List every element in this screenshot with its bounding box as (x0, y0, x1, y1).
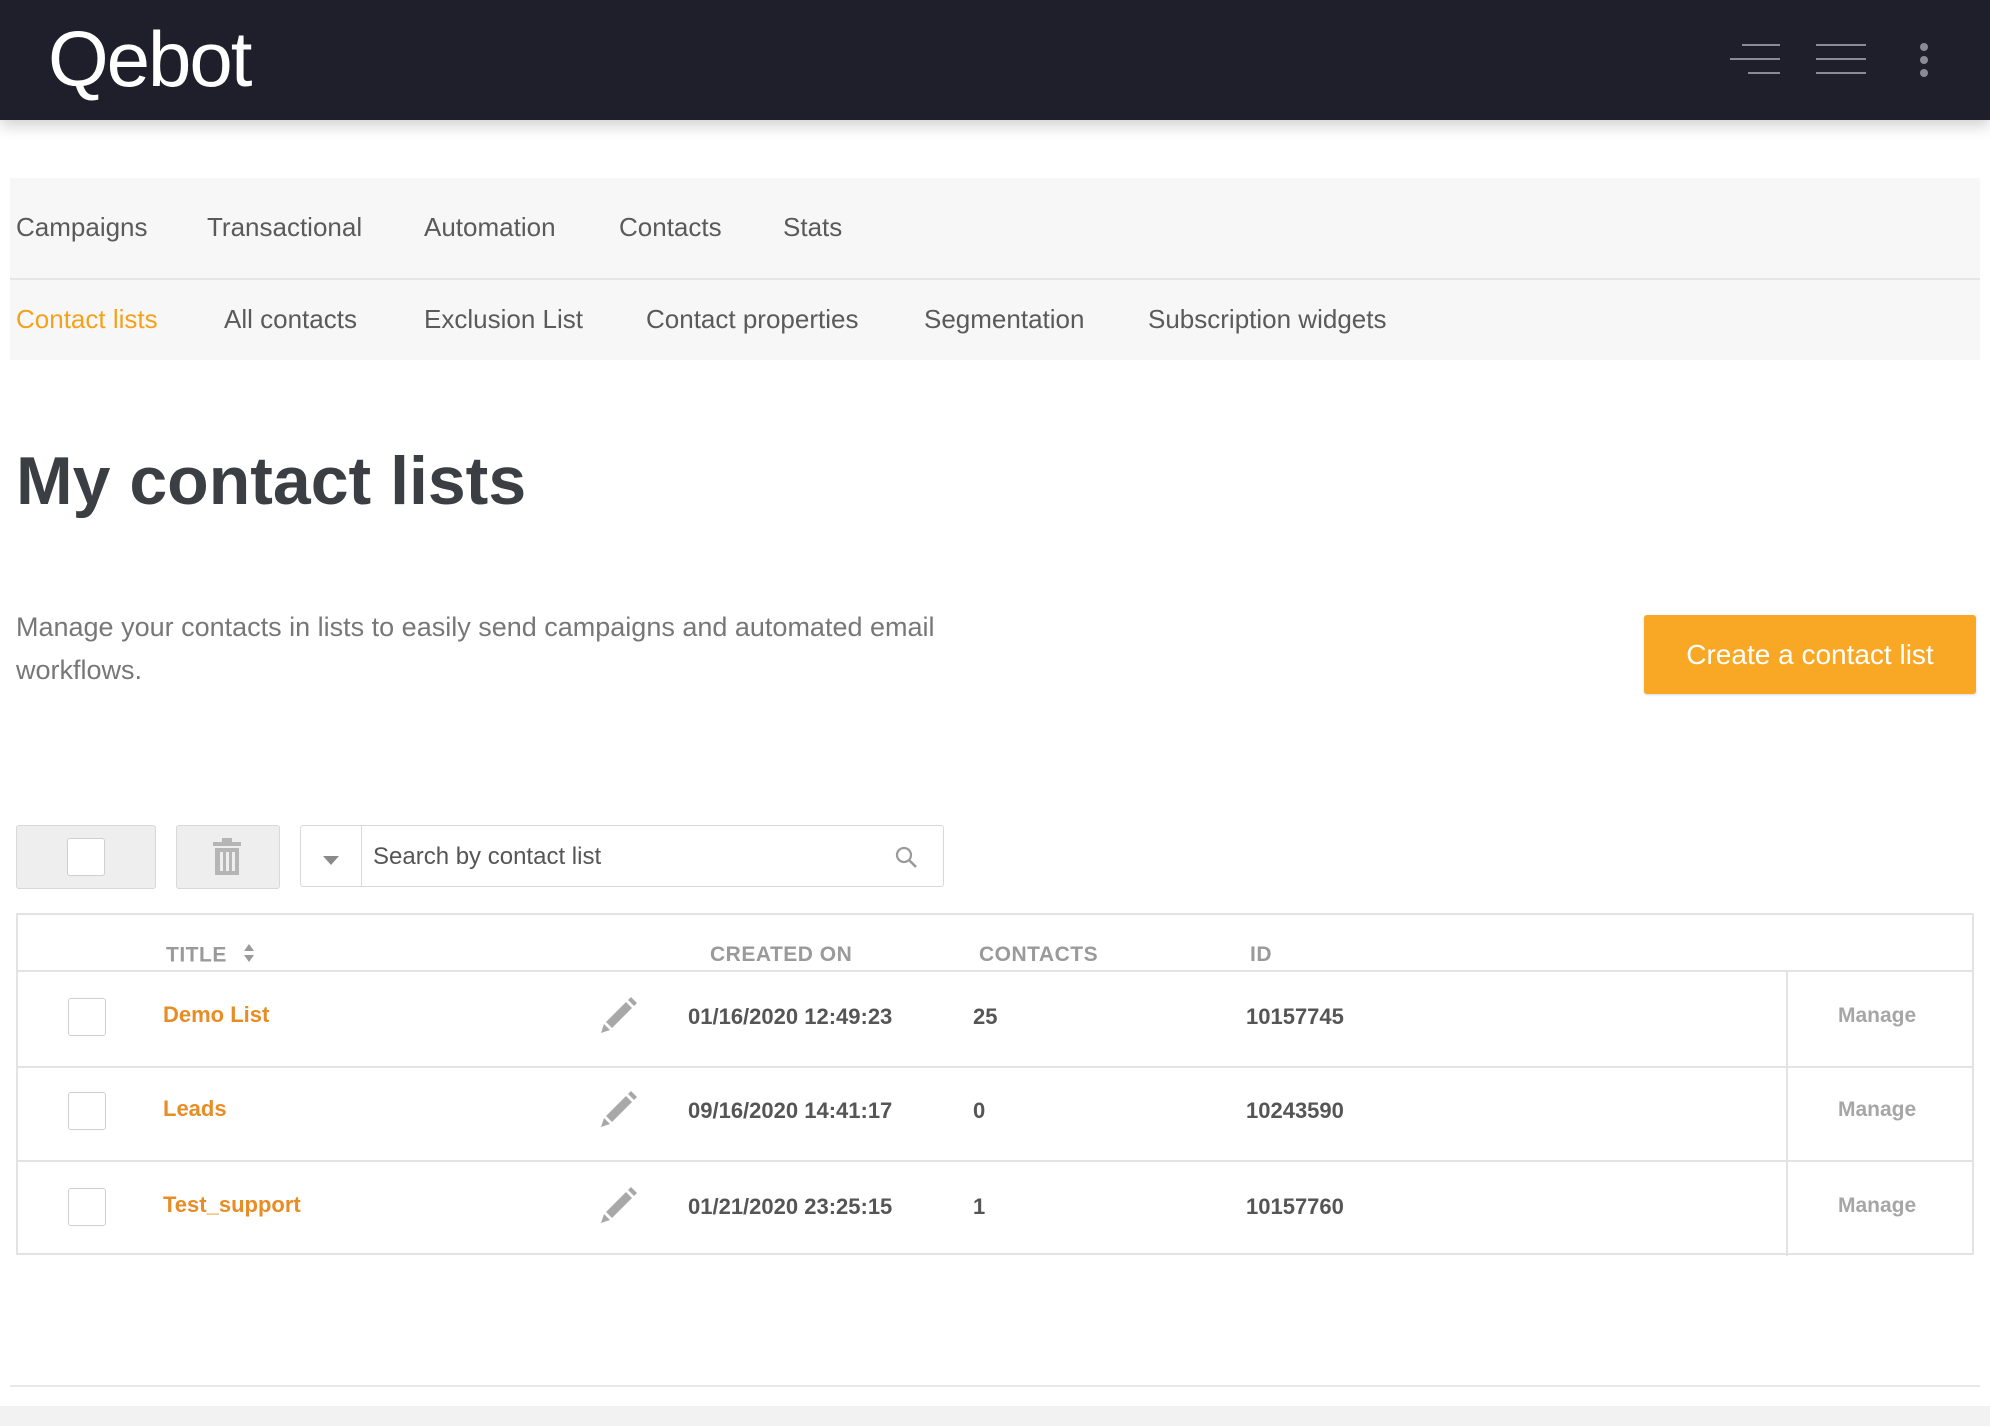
manage-link[interactable]: Manage (1838, 1004, 1916, 1028)
pencil-icon[interactable] (598, 994, 638, 1039)
search-bar (300, 825, 944, 887)
header-title-label: TITLE (166, 943, 227, 967)
manage-cell: Manage (1786, 972, 1974, 1066)
manage-link[interactable]: Manage (1838, 1098, 1916, 1122)
manage-link[interactable]: Manage (1838, 1194, 1916, 1218)
list-id-cell: 10157760 (1246, 1194, 1344, 1219)
nav-contacts[interactable]: Contacts (619, 212, 722, 243)
trash-icon (211, 838, 243, 881)
created-on-cell: 01/16/2020 12:49:23 (688, 1004, 893, 1029)
tab-exclusion-list[interactable]: Exclusion List (424, 304, 583, 335)
contacts-count-cell: 0 (973, 1098, 986, 1123)
page-title: My contact lists (16, 443, 527, 519)
table-row: Test_support 01/21/2020 23:25:15 1 10157… (18, 1162, 1972, 1256)
lines-icon[interactable] (1728, 42, 1782, 81)
search-filter-dropdown[interactable] (301, 826, 362, 886)
list-id-cell: 10243590 (1246, 1098, 1344, 1123)
create-contact-list-button[interactable]: Create a contact list (1644, 615, 1976, 694)
select-all-checkbox[interactable] (67, 838, 105, 876)
tab-contact-properties[interactable]: Contact properties (646, 304, 858, 335)
search-input[interactable] (371, 836, 855, 878)
column-id-header: ID (1250, 943, 1272, 966)
list-title-link[interactable]: Demo List (163, 1002, 269, 1028)
column-title-header[interactable]: TITLE (166, 943, 255, 969)
main-navigation: Campaigns Transactional Automation Conta… (10, 178, 1980, 360)
contact-lists-table: TITLE CREATED ON CONTACTS ID Demo List 0… (16, 913, 1974, 1256)
created-on-cell: 01/21/2020 23:25:15 (688, 1194, 893, 1219)
row-checkbox[interactable] (68, 1188, 106, 1226)
search-icon[interactable] (895, 846, 919, 875)
footer-strip (0, 1406, 1990, 1426)
pencil-icon[interactable] (598, 1088, 638, 1133)
chevron-down-icon (323, 852, 339, 870)
top-bar: Qebot (0, 0, 1990, 120)
column-created-header: CREATED ON (710, 943, 853, 966)
page-description: Manage your contacts in lists to easily … (16, 612, 935, 685)
manage-cell: Manage (1786, 1162, 1974, 1256)
delete-button[interactable] (176, 825, 280, 889)
column-contacts-header: CONTACTS (979, 943, 1099, 966)
footer-divider (10, 1385, 1980, 1387)
table-row: Leads 09/16/2020 14:41:17 0 10243590 Man… (18, 1066, 1972, 1162)
list-title-link[interactable]: Test_support (163, 1192, 301, 1218)
tab-all-contacts[interactable]: All contacts (224, 304, 357, 335)
tab-segmentation[interactable]: Segmentation (924, 304, 1084, 335)
sort-icon[interactable] (243, 943, 255, 969)
contacts-count-cell: 1 (973, 1194, 986, 1219)
list-title-link[interactable]: Leads (163, 1096, 227, 1122)
nav-stats[interactable]: Stats (783, 212, 842, 243)
nav-automation[interactable]: Automation (424, 212, 556, 243)
tab-contact-lists[interactable]: Contact lists (16, 304, 158, 335)
nav-transactional[interactable]: Transactional (207, 212, 362, 243)
nav-campaigns[interactable]: Campaigns (16, 212, 148, 243)
primary-nav: Campaigns Transactional Automation Conta… (10, 178, 1980, 280)
manage-cell: Manage (1786, 1066, 1974, 1160)
select-all-box (16, 825, 156, 889)
list-id-cell: 10157745 (1246, 1004, 1344, 1029)
contacts-count-cell: 25 (973, 1004, 998, 1029)
app-logo[interactable]: Qebot (48, 14, 252, 105)
row-checkbox[interactable] (68, 998, 106, 1036)
table-row: Demo List 01/16/2020 12:49:23 25 1015774… (18, 972, 1972, 1068)
secondary-nav: Contact lists All contacts Exclusion Lis… (10, 280, 1980, 360)
tab-subscription-widgets[interactable]: Subscription widgets (1148, 304, 1386, 335)
created-on-cell: 09/16/2020 14:41:17 (688, 1098, 893, 1123)
pencil-icon[interactable] (598, 1184, 638, 1229)
more-vertical-icon[interactable] (1914, 42, 1934, 87)
menu-icon[interactable] (1814, 42, 1868, 81)
row-checkbox[interactable] (68, 1092, 106, 1130)
